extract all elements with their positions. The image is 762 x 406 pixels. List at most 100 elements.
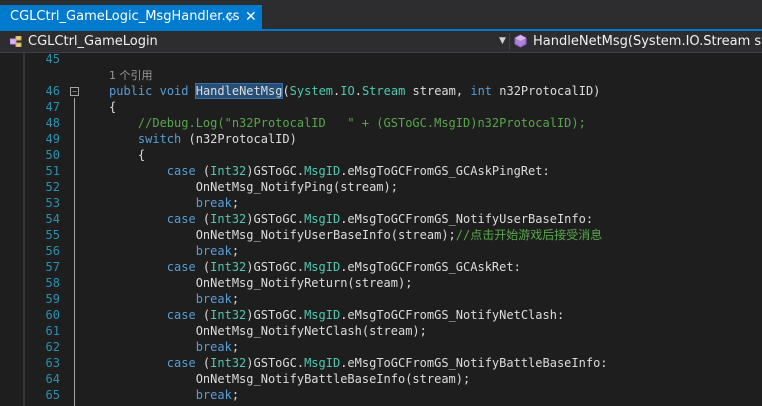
code-line[interactable]: 49 switch (n32ProtocalID) bbox=[0, 131, 762, 147]
code-text: public void HandleNetMsg(System.IO.Strea… bbox=[109, 83, 600, 99]
code-token: { bbox=[109, 148, 146, 162]
code-line[interactable]: 56 break; bbox=[0, 243, 762, 259]
code-token: .eMsgToGCFromGS_NotifyNetClash: bbox=[340, 308, 565, 322]
code-line[interactable]: 48 //Debug.Log("n32ProtocalID " + (GSToG… bbox=[0, 115, 762, 131]
line-number: 47 bbox=[45, 100, 60, 114]
code-token: Int32 bbox=[210, 356, 247, 370]
code-token: ; bbox=[231, 244, 240, 258]
chevron-down-icon[interactable]: ▼ bbox=[499, 31, 506, 52]
code-token: Int32 bbox=[210, 308, 247, 322]
code-line[interactable]: 60 case (Int32)GSToGC.MsgID.eMsgToGCFrom… bbox=[0, 307, 762, 323]
code-token: ( bbox=[282, 84, 290, 98]
codelens-references[interactable]: 1 个引用 bbox=[109, 69, 153, 82]
code-token: OnNetMsg_NotifyPing(stream); bbox=[109, 180, 398, 194]
line-number: 50 bbox=[45, 148, 60, 162]
code-token: .eMsgToGCFromGS_NotifyBattleBaseInfo: bbox=[340, 356, 608, 370]
code-token: ( bbox=[195, 260, 211, 274]
code-token: . bbox=[354, 84, 362, 98]
class-dropdown[interactable]: CGLCtrl_GameLogin bbox=[10, 31, 510, 52]
code-token: )GSToGC. bbox=[246, 260, 305, 274]
code-token: ; bbox=[231, 292, 240, 306]
member-dropdown[interactable]: HandleNetMsg(System.IO.Stream strean bbox=[514, 31, 762, 52]
code-line[interactable]: 46 − public void HandleNetMsg(System.IO.St… bbox=[0, 83, 762, 99]
document-tab-strip: CGLCtrl_GameLogic_MsgHandler.cs ⊹ ✕ bbox=[0, 0, 762, 29]
line-number: 63 bbox=[45, 356, 60, 370]
code-line[interactable]: 63 case (Int32)GSToGC.MsgID.eMsgToGCFrom… bbox=[0, 355, 762, 371]
code-line[interactable]: 65 break; bbox=[0, 387, 762, 403]
code-line[interactable]: 54 case (Int32)GSToGC.MsgID.eMsgToGCFrom… bbox=[0, 211, 762, 227]
code-token: MsgID bbox=[304, 212, 341, 226]
code-line[interactable]: 59 break; bbox=[0, 291, 762, 307]
code-line[interactable]: 47 { bbox=[0, 99, 762, 115]
code-token: OnNetMsg_NotifyUserBaseInfo(stream); bbox=[109, 228, 456, 242]
line-number: 48 bbox=[45, 116, 60, 130]
code-line[interactable]: 61 OnNetMsg_NotifyNetClash(stream); bbox=[0, 323, 762, 339]
code-line[interactable]: 52 OnNetMsg_NotifyPing(stream); bbox=[0, 179, 762, 195]
code-token: break bbox=[195, 388, 232, 402]
code-token: case bbox=[166, 212, 196, 226]
code-token: .eMsgToGCFromGS_GCAskPingRet: bbox=[340, 164, 550, 178]
code-token: OnNetMsg_NotifyBattleBaseInfo(stream); bbox=[109, 372, 471, 386]
code-line[interactable]: 64 OnNetMsg_NotifyBattleBaseInfo(stream)… bbox=[0, 371, 762, 387]
code-token: stream, bbox=[405, 84, 471, 98]
code-text: break; bbox=[109, 195, 239, 211]
line-number: 55 bbox=[45, 228, 60, 242]
code-token: IO bbox=[340, 84, 355, 98]
code-text: { bbox=[109, 147, 145, 163]
pin-icon[interactable]: ⊹ bbox=[225, 5, 235, 29]
code-line[interactable]: 53 break; bbox=[0, 195, 762, 211]
class-name: CGLCtrl_GameLogin bbox=[28, 34, 158, 49]
code-token: .eMsgToGCFromGS_NotifyUserBaseInfo: bbox=[340, 212, 594, 226]
code-line[interactable]: 57 case (Int32)GSToGC.MsgID.eMsgToGCFrom… bbox=[0, 259, 762, 275]
code-token: MsgID bbox=[304, 164, 341, 178]
close-icon[interactable]: ✕ bbox=[245, 5, 257, 29]
class-icon bbox=[10, 36, 22, 47]
code-line[interactable]: 50 { bbox=[0, 147, 762, 163]
code-token: ; bbox=[231, 196, 240, 210]
line-number: 56 bbox=[45, 244, 60, 258]
collapse-icon[interactable]: − bbox=[70, 87, 79, 96]
code-token: .eMsgToGCFromGS_GCAskRet: bbox=[340, 260, 521, 274]
code-text: OnNetMsg_NotifyBattleBaseInfo(stream); bbox=[109, 371, 471, 387]
code-token: { bbox=[109, 100, 117, 114]
code-token: (n32ProtocalID) bbox=[181, 132, 297, 146]
code-line[interactable]: 62 break; bbox=[0, 339, 762, 355]
code-token: MsgID bbox=[304, 308, 341, 322]
code-line[interactable]: 55 OnNetMsg_NotifyUserBaseInfo(stream);/… bbox=[0, 227, 762, 243]
line-number: 58 bbox=[45, 276, 60, 290]
line-number: 46 bbox=[45, 84, 60, 98]
code-token[interactable]: HandleNetMsg bbox=[194, 83, 284, 99]
code-line[interactable]: 58 OnNetMsg_NotifyReturn(stream); bbox=[0, 275, 762, 291]
code-line[interactable]: 45 bbox=[0, 53, 762, 67]
code-token: case bbox=[166, 308, 196, 322]
code-token: public bbox=[109, 84, 153, 98]
code-line[interactable]: 51 case (Int32)GSToGC.MsgID.eMsgToGCFrom… bbox=[0, 163, 762, 179]
code-text: OnNetMsg_NotifyReturn(stream); bbox=[109, 275, 413, 291]
code-line[interactable]: 1 个引用 bbox=[0, 67, 762, 83]
navigation-bar: CGLCtrl_GameLogin ▼ HandleNetMsg(System.… bbox=[0, 31, 762, 53]
code-token: OnNetMsg_NotifyReturn(stream); bbox=[109, 276, 413, 290]
code-token: break bbox=[195, 244, 232, 258]
code-text: switch (n32ProtocalID) bbox=[109, 131, 297, 147]
code-token: case bbox=[166, 356, 196, 370]
tab-title: CGLCtrl_GameLogic_MsgHandler.cs bbox=[10, 9, 240, 24]
code-text: break; bbox=[109, 387, 239, 403]
code-token: case bbox=[166, 260, 196, 274]
code-text: break; bbox=[109, 243, 239, 259]
member-name: HandleNetMsg(System.IO.Stream strean bbox=[533, 34, 762, 49]
code-editor[interactable]: 45 1 个引用 46 − public void HandleNetMsg(Syste… bbox=[0, 53, 762, 406]
code-text: OnNetMsg_NotifyUserBaseInfo(stream);//点击… bbox=[109, 227, 603, 243]
line-number: 60 bbox=[45, 308, 60, 322]
tab-active-document[interactable]: CGLCtrl_GameLogic_MsgHandler.cs ⊹ ✕ bbox=[0, 5, 262, 29]
code-text: OnNetMsg_NotifyNetClash(stream); bbox=[109, 323, 427, 339]
code-token: Int32 bbox=[210, 260, 247, 274]
code-token: MsgID bbox=[304, 260, 341, 274]
code-token: ( bbox=[195, 164, 211, 178]
